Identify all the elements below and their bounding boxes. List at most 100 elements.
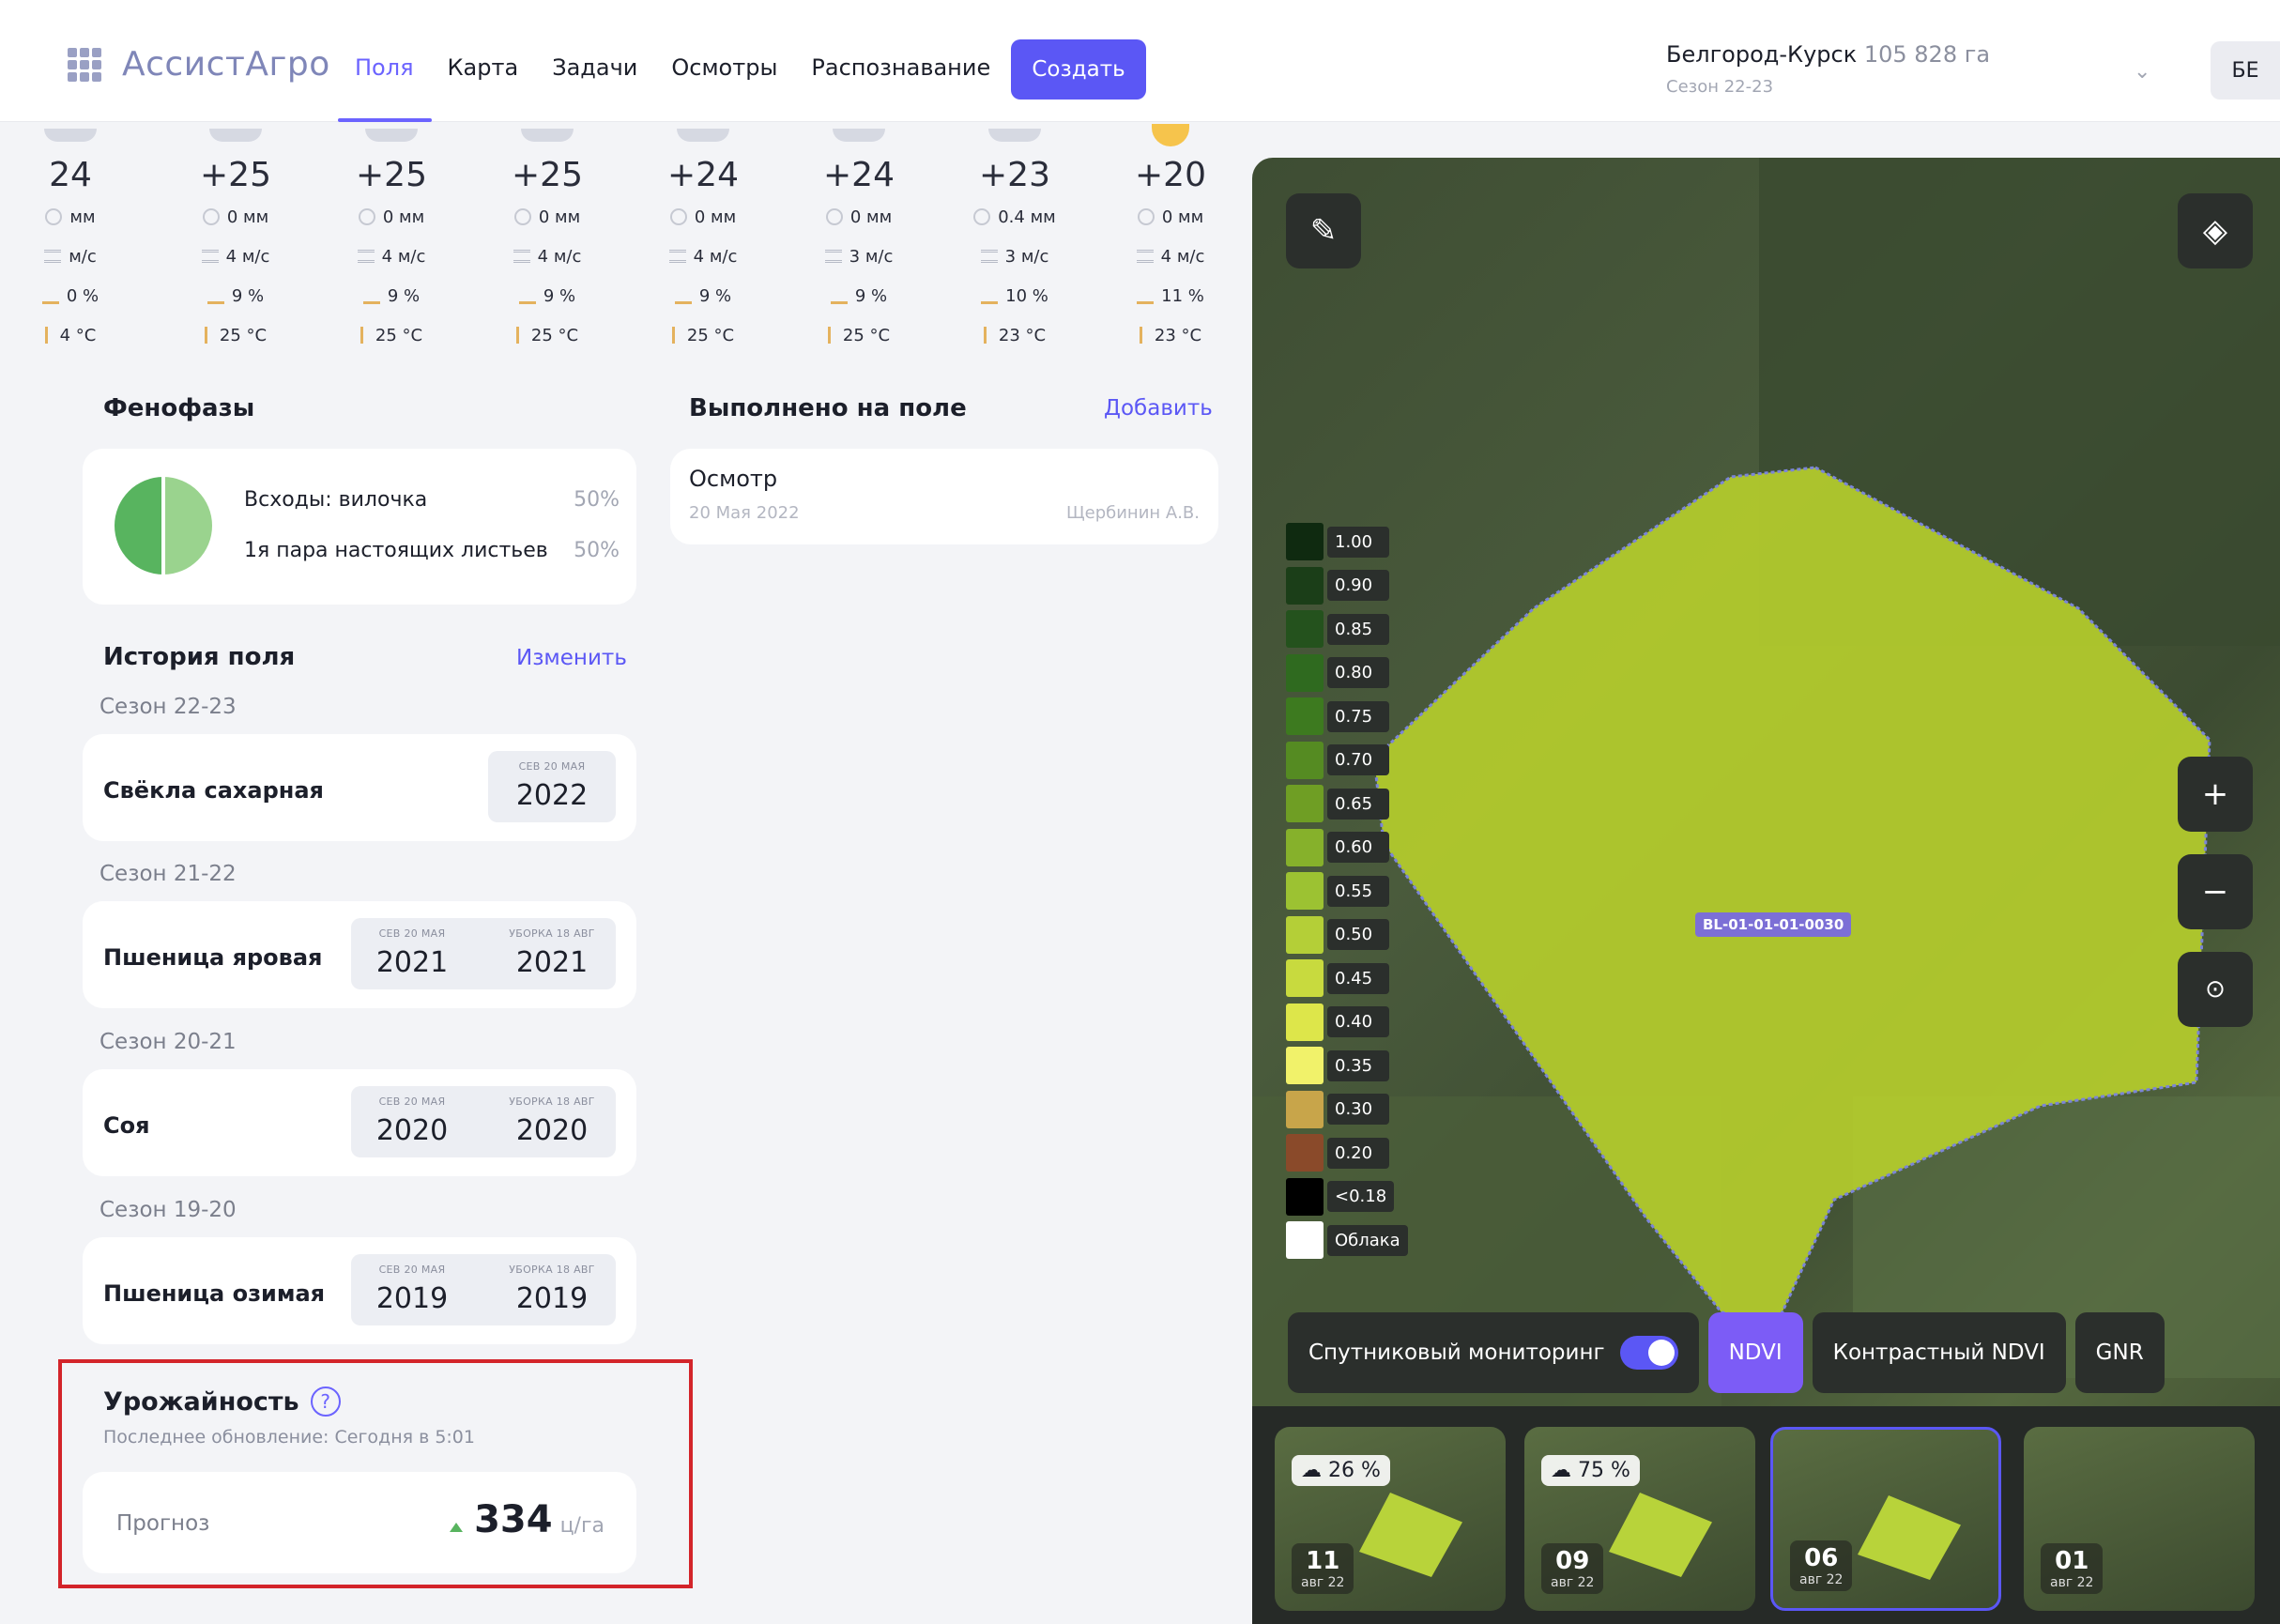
weather-temp-max: 25 °C bbox=[477, 315, 618, 355]
layers-icon[interactable]: ◈ bbox=[2178, 193, 2253, 268]
farm-selector[interactable]: Белгород-Курск 105 828 га Сезон 22-23 bbox=[1666, 41, 1990, 97]
date-year: 2020 bbox=[375, 1114, 449, 1147]
rain-icon bbox=[45, 208, 63, 225]
top-bar: АссистАгро Поля Карта Задачи Осмотры Рас… bbox=[0, 0, 2280, 122]
date-year: 2021 bbox=[375, 946, 449, 979]
legend-item: 1.00 bbox=[1286, 520, 1408, 564]
weather-temp: +25 bbox=[356, 156, 427, 194]
weather-humidity: 9 % bbox=[477, 276, 618, 315]
legend-label: Облака bbox=[1327, 1224, 1408, 1256]
weather-day: +25 0 мм 4 м/с 9 % 25 °C bbox=[165, 122, 306, 355]
legend-label: 0.40 bbox=[1327, 1006, 1389, 1038]
satellite-monitoring-toggle[interactable]: Спутниковый мониторинг bbox=[1288, 1312, 1699, 1393]
legend-label: 0.85 bbox=[1327, 613, 1389, 645]
thermometer-icon bbox=[204, 327, 212, 344]
satellite-map[interactable]: BL-01-01-01-0030 ✎ ◈ + − ⊙ 1.00 0.90 0.85 0… bbox=[1252, 158, 2280, 1624]
zoom-in-icon[interactable]: + bbox=[2178, 757, 2253, 832]
cloud-icon bbox=[988, 129, 1041, 142]
phenophase-label: Всходы: вилочка bbox=[244, 488, 428, 512]
weather-humidity: 9 % bbox=[165, 276, 306, 315]
ruler-icon[interactable]: ✎ bbox=[1286, 193, 1361, 268]
wind-icon bbox=[1136, 250, 1154, 263]
weather-wind: 4 м/с bbox=[165, 237, 306, 276]
weather-temp-max: 23 °C bbox=[944, 315, 1085, 355]
phenophase-label: 1я пара настоящих листьев bbox=[244, 539, 548, 562]
rain-icon bbox=[825, 208, 843, 225]
wind-icon bbox=[824, 250, 842, 263]
crop-card[interactable]: Соя СЕВ 20 МАЯ 2020 УБОРКА 18 АВГ 2020 bbox=[83, 1069, 636, 1176]
trend-up-icon bbox=[450, 1523, 464, 1532]
legend-item: <0.18 bbox=[1286, 1175, 1408, 1219]
layer-gnr[interactable]: GNR bbox=[2074, 1312, 2165, 1393]
nav-inspections[interactable]: Осмотры bbox=[671, 54, 777, 81]
weather-temp: +24 bbox=[667, 156, 739, 194]
weather-day: +25 0 мм 4 м/с 9 % 25 °C bbox=[321, 122, 462, 355]
weather-forecast: 24 мм м/с 0 % 4 °C +25 0 мм 4 м/с 9 % 25 °C +25 0 м… bbox=[41, 122, 1220, 357]
forecast-value: 334 ц/га bbox=[450, 1498, 604, 1541]
nav-recognition[interactable]: Распознавание bbox=[811, 54, 990, 81]
legend-label: 0.90 bbox=[1327, 570, 1389, 602]
crop-card[interactable]: Свёкла сахарная СЕВ 20 МАЯ 2022 bbox=[83, 734, 636, 841]
nav-fields[interactable]: Поля bbox=[355, 54, 414, 81]
legend-swatch bbox=[1286, 1003, 1324, 1041]
done-item[interactable]: Осмотр 20 Мая 2022 Щербинин А.В. bbox=[670, 449, 1218, 544]
weather-day: 24 мм м/с 0 % 4 °C bbox=[0, 122, 141, 355]
date-year: 2022 bbox=[515, 779, 589, 812]
image-thumbnail[interactable]: ☁ 75 % 09 авг 22 bbox=[1524, 1427, 1755, 1611]
sowing-date: СЕВ 20 МАЯ 2022 bbox=[488, 751, 616, 822]
date-caption: СЕВ 20 МАЯ bbox=[378, 1095, 446, 1108]
date-caption: УБОРКА 18 АВГ bbox=[509, 927, 595, 940]
farm-area: 105 828 га bbox=[1863, 41, 1991, 68]
nav-tasks[interactable]: Задачи bbox=[552, 54, 637, 81]
avatar[interactable]: БЕ bbox=[2211, 41, 2280, 100]
image-thumbnail[interactable]: 01 авг 22 bbox=[2024, 1427, 2255, 1611]
weather-precip: 0 мм bbox=[321, 197, 462, 237]
layer-contrast-ndvi[interactable]: Контрастный NDVI bbox=[1812, 1312, 2066, 1393]
legend-item: Облака bbox=[1286, 1218, 1408, 1263]
season-label: Сезон 20-21 bbox=[99, 1030, 237, 1054]
season-dates: СЕВ 20 МАЯ 2019 УБОРКА 18 АВГ 2019 bbox=[351, 1254, 616, 1325]
weather-temp-max: 4 °C bbox=[0, 315, 141, 355]
weather-temp: +23 bbox=[979, 156, 1050, 194]
locate-icon[interactable]: ⊙ bbox=[2178, 952, 2253, 1027]
help-icon[interactable]: ? bbox=[310, 1387, 341, 1417]
field-id-label[interactable]: BL-01-01-01-0030 bbox=[1695, 912, 1852, 937]
image-thumbnail-selected[interactable]: 06 авг 22 bbox=[1770, 1427, 2001, 1611]
toggle-switch[interactable] bbox=[1619, 1336, 1678, 1370]
legend-swatch bbox=[1286, 1177, 1324, 1216]
weather-temp: +20 bbox=[1135, 156, 1206, 194]
main-nav: Поля Карта Задачи Осмотры Распознавание bbox=[355, 54, 990, 81]
crop-card[interactable]: Пшеница яровая СЕВ 20 МАЯ 2021 УБОРКА 18… bbox=[83, 901, 636, 1008]
edit-link[interactable]: Изменить bbox=[516, 646, 627, 670]
zoom-out-icon[interactable]: − bbox=[2178, 854, 2253, 929]
chevron-down-icon[interactable]: ⌄ bbox=[2134, 60, 2150, 84]
legend-swatch bbox=[1286, 785, 1324, 823]
humidity-icon bbox=[362, 287, 380, 304]
cloud-coverage: ☁ 75 % bbox=[1541, 1455, 1640, 1486]
logo[interactable]: АссистАгро bbox=[68, 45, 330, 84]
legend-label: 0.35 bbox=[1327, 1049, 1389, 1081]
add-link[interactable]: Добавить bbox=[1104, 396, 1213, 421]
layer-ndvi[interactable]: NDVI bbox=[1707, 1312, 1803, 1393]
legend-swatch bbox=[1286, 1221, 1324, 1260]
weather-wind: 4 м/с bbox=[1100, 237, 1241, 276]
done-item-title: Осмотр bbox=[689, 466, 778, 492]
legend-swatch bbox=[1286, 566, 1324, 605]
crop-card[interactable]: Пшеница озимая СЕВ 20 МАЯ 2019 УБОРКА 18… bbox=[83, 1237, 636, 1344]
legend-label: 0.45 bbox=[1327, 962, 1389, 994]
legend-item: 0.35 bbox=[1286, 1044, 1408, 1088]
monitoring-label: Спутниковый мониторинг bbox=[1308, 1341, 1605, 1365]
wind-icon bbox=[201, 250, 219, 263]
legend-item: 0.90 bbox=[1286, 564, 1408, 608]
weather-wind: 4 м/с bbox=[477, 237, 618, 276]
legend-item: 0.45 bbox=[1286, 957, 1408, 1001]
image-thumbnail[interactable]: ☁ 26 % 11 авг 22 bbox=[1275, 1427, 1506, 1611]
cloud-icon bbox=[677, 129, 729, 142]
nav-map[interactable]: Карта bbox=[448, 54, 519, 81]
legend-label: 0.20 bbox=[1327, 1137, 1389, 1169]
season-label: Сезон 21-22 bbox=[99, 862, 237, 886]
legend-item: 0.40 bbox=[1286, 1001, 1408, 1045]
layer-toolbar: Спутниковый мониторинг NDVI Контрастный … bbox=[1288, 1312, 2165, 1393]
create-button[interactable]: Создать bbox=[1011, 39, 1146, 100]
date-caption: УБОРКА 18 АВГ bbox=[509, 1264, 595, 1276]
